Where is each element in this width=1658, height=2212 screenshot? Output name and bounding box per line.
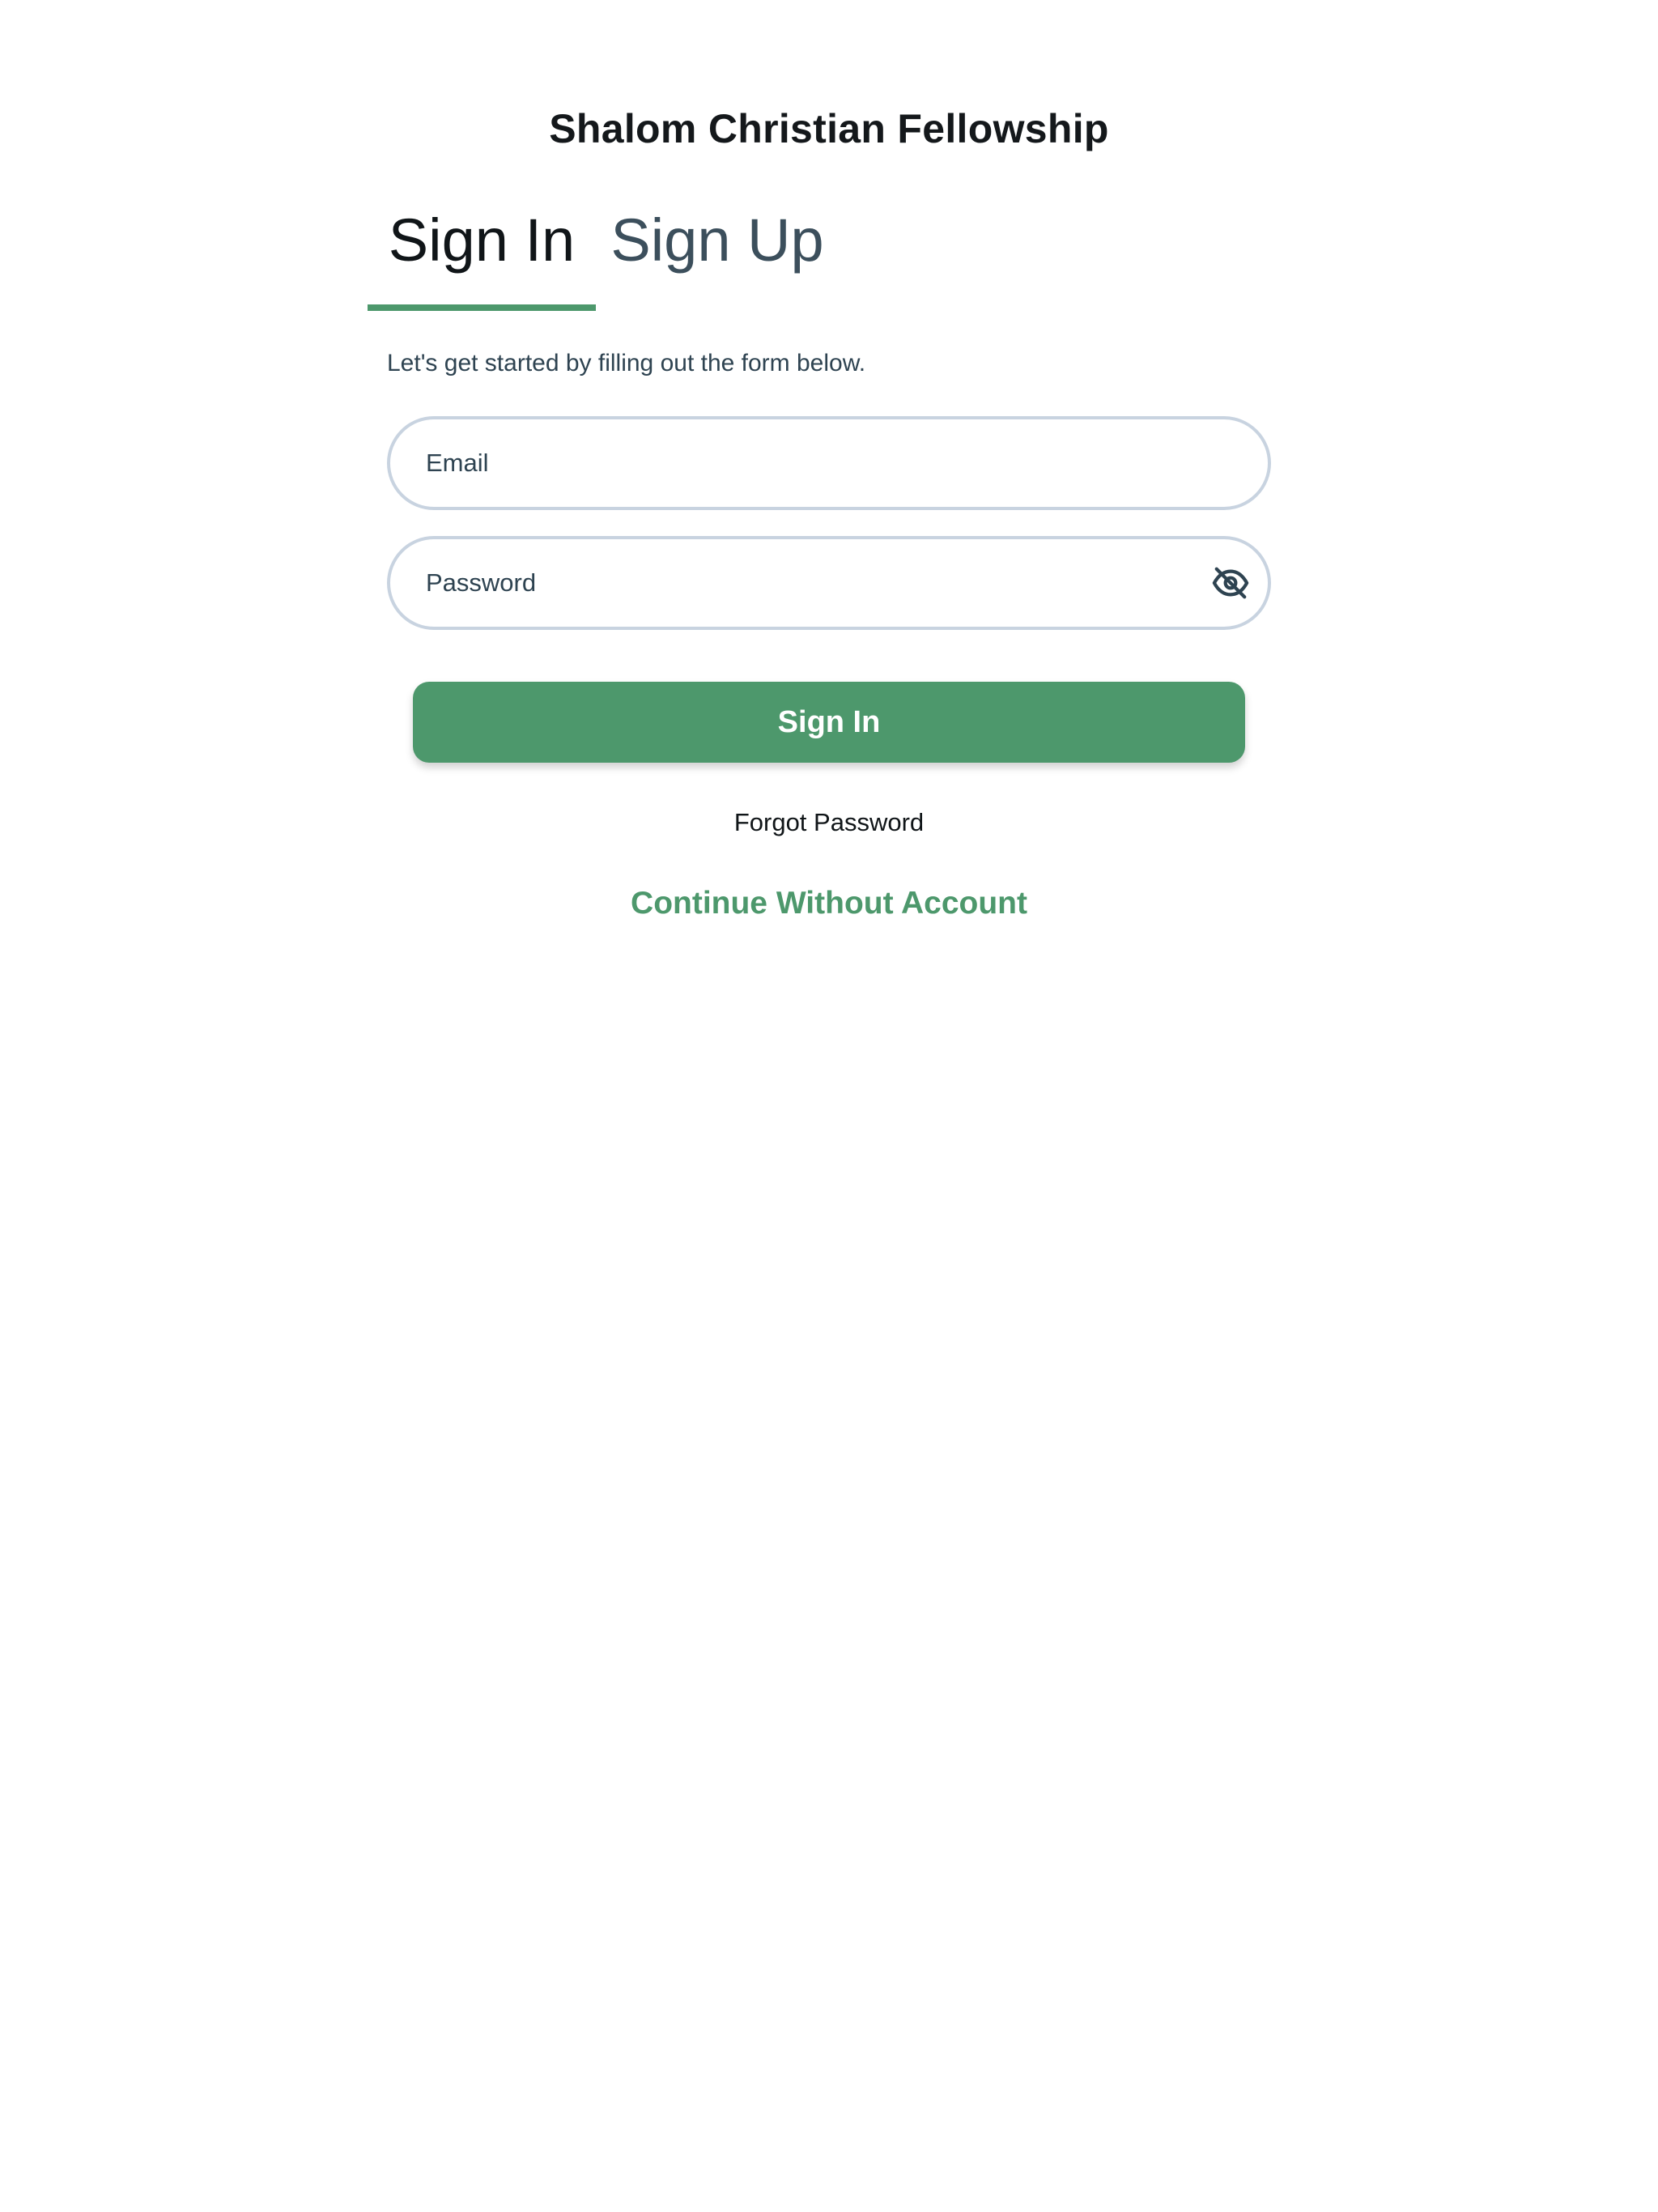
tab-sign-in[interactable]: Sign In — [368, 194, 596, 311]
sign-in-button[interactable]: Sign In — [413, 682, 1245, 763]
form-subtitle: Let's get started by filling out the for… — [387, 350, 866, 376]
sign-in-button-label: Sign In — [777, 704, 881, 739]
password-visibility-toggle[interactable] — [1205, 557, 1256, 609]
email-field-container — [387, 416, 1271, 510]
forgot-password-row: Forgot Password — [0, 808, 1658, 837]
continue-without-account-row: Continue Without Account — [0, 886, 1658, 921]
forgot-password-link[interactable]: Forgot Password — [734, 808, 924, 836]
email-field[interactable] — [426, 419, 1154, 507]
tab-sign-up[interactable]: Sign Up — [596, 194, 839, 311]
auth-tabs: Sign In Sign Up — [368, 194, 839, 311]
active-tab-indicator — [368, 304, 596, 311]
password-field[interactable] — [426, 539, 1154, 627]
password-field-container — [387, 536, 1271, 630]
tab-sign-in-label: Sign In — [388, 206, 576, 274]
eye-off-icon — [1212, 567, 1249, 599]
continue-without-account-link[interactable]: Continue Without Account — [631, 886, 1027, 921]
tab-sign-up-label: Sign Up — [610, 206, 824, 274]
app-title: Shalom Christian Fellowship — [549, 106, 1109, 151]
